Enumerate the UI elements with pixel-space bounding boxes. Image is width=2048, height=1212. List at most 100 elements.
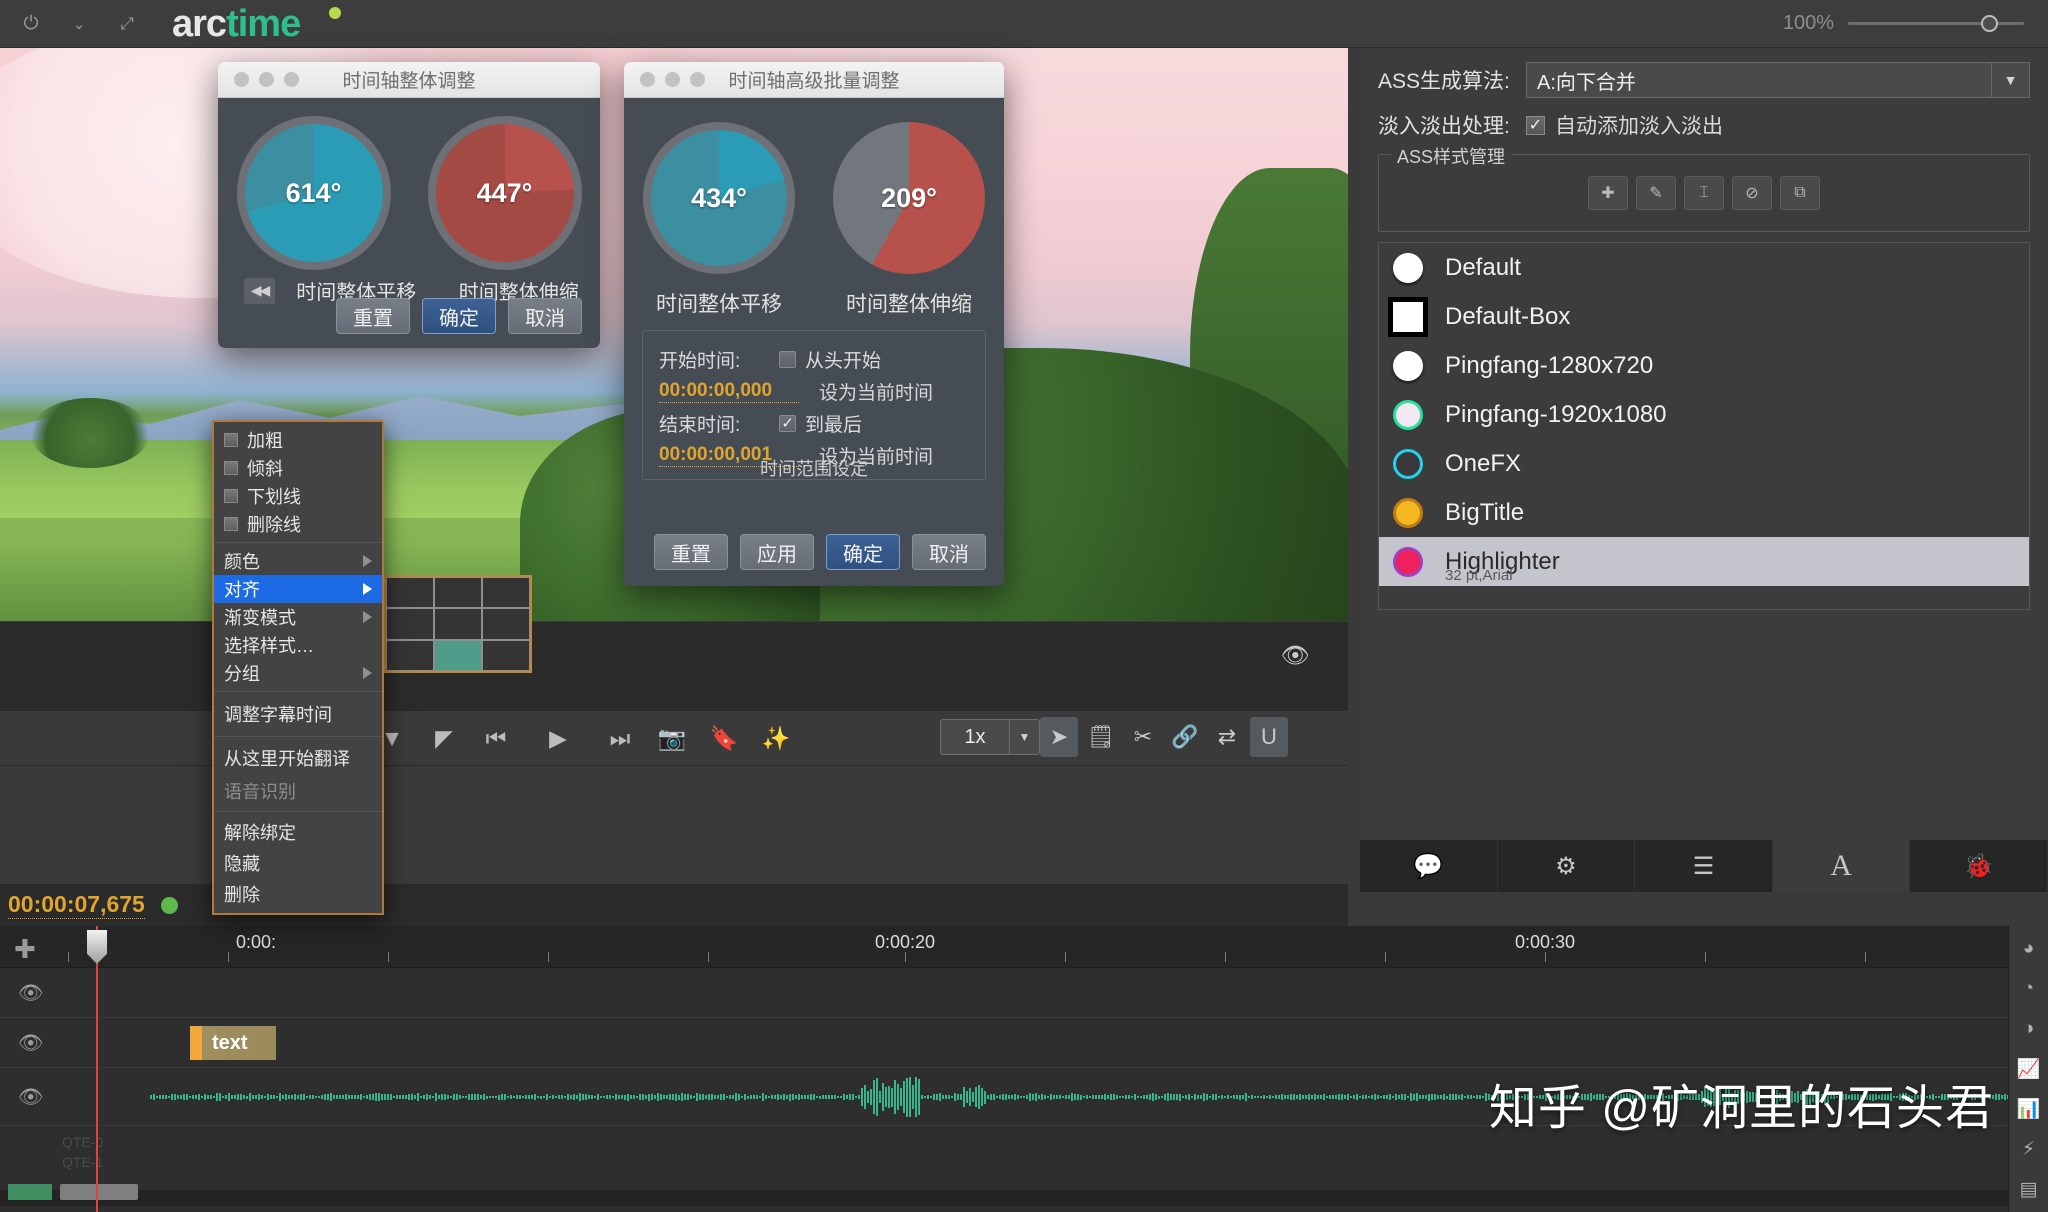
magnet-icon[interactable]: U: [1250, 717, 1288, 757]
ass-style-list[interactable]: Default Default-Box Pingfang-1280x720 Pi…: [1378, 242, 2030, 610]
maximize-button[interactable]: [690, 72, 705, 87]
scale-dial[interactable]: 209°: [833, 122, 985, 274]
minimize-button[interactable]: [665, 72, 680, 87]
reset-button[interactable]: 重置: [654, 534, 728, 570]
timeline-batch-adjust-dialog[interactable]: 时间轴高级批量调整 434° 时间整体平移 209° 时间整体伸缩 开始时间: …: [624, 62, 1004, 586]
ass-algorithm-dropdown[interactable]: A:向下合并 ▼: [1526, 62, 2030, 98]
zoom-slider-track[interactable]: [1848, 15, 2024, 32]
reset-button[interactable]: 重置: [336, 298, 410, 334]
subtitle-context-menu[interactable]: 加粗 倾斜 下划线 删除线 颜色 对齐 渐变模式 选择样式… 分组 调整字幕时间…: [212, 420, 384, 915]
style-row-bigtitle[interactable]: BigTitle: [1379, 488, 2029, 537]
apply-check-icon[interactable]: ⊘: [1732, 176, 1772, 210]
menu-item-underline[interactable]: 下划线: [214, 482, 382, 510]
bookmark-icon[interactable]: 🔖: [698, 710, 750, 766]
style-row-default-box[interactable]: Default-Box: [1379, 292, 2029, 341]
bar-chart-icon[interactable]: 📊: [2012, 1092, 2046, 1126]
menu-item-choose-style[interactable]: 选择样式…: [214, 631, 382, 659]
menu-item-align[interactable]: 对齐: [214, 575, 382, 603]
style-row-pingfang-720[interactable]: Pingfang-1280x720: [1379, 341, 2029, 390]
menu-item-group[interactable]: 分组: [214, 659, 382, 687]
chevron-down-icon[interactable]: ▼: [1991, 63, 2029, 97]
align-cell-top-left[interactable]: [386, 577, 434, 609]
rewind-to-start-icon[interactable]: ◀◀: [244, 277, 276, 304]
step-back-icon[interactable]: ⏮: [470, 710, 522, 766]
start-from-beginning-checkbox[interactable]: [779, 350, 796, 368]
shift-dial[interactable]: 614°: [236, 116, 391, 270]
align-cell-top-right[interactable]: [482, 577, 530, 609]
edit-tools-group[interactable]: ➤ 🗒 ✂ 🔗 ⇄ U: [1040, 717, 1288, 757]
pie-chart-1-icon[interactable]: ◕: [2012, 932, 2046, 966]
tab-bug-icon[interactable]: 🐞: [1910, 840, 2048, 892]
cancel-button[interactable]: 取消: [912, 534, 986, 570]
menu-item-adjust-subtitle-time[interactable]: 调整字幕时间: [214, 696, 382, 732]
maximize-button[interactable]: [284, 72, 299, 87]
align-cell-middle-center[interactable]: [434, 608, 482, 640]
alignment-grid-submenu[interactable]: [384, 575, 532, 673]
scale-dial[interactable]: 447°: [427, 116, 582, 270]
style-row-default[interactable]: Default: [1379, 243, 2029, 292]
window-controls[interactable]: [640, 72, 705, 87]
checkbox[interactable]: [224, 461, 238, 475]
close-button[interactable]: [640, 72, 655, 87]
align-cell-bottom-left[interactable]: [386, 639, 434, 671]
window-controls[interactable]: [234, 72, 299, 87]
align-cell-bottom-right[interactable]: [482, 639, 530, 671]
menu-item-translate-from-here[interactable]: 从这里开始翻译: [214, 741, 382, 774]
scissors-icon[interactable]: ✂: [1124, 717, 1162, 757]
scale-dial-group[interactable]: 447°: [427, 116, 582, 270]
close-button[interactable]: [234, 72, 249, 87]
timeline-hscrollbar-thumb[interactable]: [60, 1184, 138, 1200]
tab-list-icon[interactable]: ☰: [1635, 840, 1773, 892]
style-row-highlighter[interactable]: Highlighter 32 pt,Arial: [1379, 537, 2029, 586]
plus-icon[interactable]: ✚: [14, 934, 36, 965]
align-cell-bottom-center-selected[interactable]: [434, 639, 482, 671]
preview-eye-icon[interactable]: 👁: [1281, 642, 1310, 669]
timeline-ruler[interactable]: ✚ 0:00: 0:00:20 0:00:30: [0, 926, 2008, 968]
play-icon[interactable]: ▶: [522, 710, 594, 766]
set-start-to-current-link[interactable]: 设为当前时间: [819, 378, 933, 405]
timeline-side-toolbar[interactable]: ◕ ◔ ◑ 📈 📊 ⚡ ▤: [2008, 926, 2048, 1212]
menu-item-delete[interactable]: 删除: [214, 878, 382, 909]
playhead[interactable]: [87, 926, 107, 1212]
magic-wand-icon[interactable]: ✨: [750, 710, 802, 766]
menu-item-unbind[interactable]: 解除绑定: [214, 816, 382, 847]
power-icon[interactable]: ⏻: [14, 7, 48, 41]
end-to-last-checkbox[interactable]: ✓: [779, 414, 796, 432]
tab-font-A-icon[interactable]: A: [1772, 840, 1911, 892]
align-cell-middle-right[interactable]: [482, 608, 530, 640]
tab-subtitle-icon[interactable]: 💬: [1360, 840, 1498, 892]
auto-fade-checkbox[interactable]: ✓: [1526, 115, 1545, 135]
menu-item-strikethrough[interactable]: 删除线: [214, 510, 382, 538]
align-cell-top-center[interactable]: [434, 577, 482, 609]
transport-toolbar[interactable]: ▼ ◤ ⏮ ▶ ⏭ 📷 🔖 ✨ 1x ▼ ➤ 🗒 ✂ 🔗 ⇄ U: [0, 710, 1348, 766]
timeline-global-adjust-dialog[interactable]: 时间轴整体调整 614° 447° ◀◀ 时间整体平移 时间整体伸缩 重置 确定…: [218, 62, 600, 348]
menu-item-gradient-mode[interactable]: 渐变模式: [214, 603, 382, 631]
chevron-down-icon[interactable]: ▼: [1009, 720, 1039, 754]
pointer-icon[interactable]: ➤: [1040, 717, 1078, 757]
swap-icon[interactable]: ⇄: [1208, 717, 1246, 757]
style-row-onefx[interactable]: OneFX: [1379, 439, 2029, 488]
subtitle-clip[interactable]: text: [190, 1026, 276, 1060]
shift-dial[interactable]: 434°: [643, 122, 795, 274]
scale-dial-group[interactable]: 209° 时间整体伸缩: [833, 122, 985, 318]
expand-icon[interactable]: ⤢: [110, 7, 144, 41]
style-row-pingfang-1080[interactable]: Pingfang-1920x1080: [1379, 390, 2029, 439]
pie-chart-2-icon[interactable]: ◔: [2012, 972, 2046, 1006]
menu-item-italic[interactable]: 倾斜: [214, 454, 382, 482]
confirm-button[interactable]: 确定: [422, 298, 496, 334]
text-cursor-icon[interactable]: ⌶: [1684, 176, 1724, 210]
eye-icon[interactable]: 👁: [18, 1030, 43, 1055]
timeline-hscrollbar-track[interactable]: [0, 1184, 2008, 1206]
checkbox[interactable]: [224, 433, 238, 447]
edit-box-icon[interactable]: 🗒: [1082, 717, 1120, 757]
minimize-button[interactable]: [259, 72, 274, 87]
apply-button[interactable]: 应用: [740, 534, 814, 570]
checkbox[interactable]: [224, 489, 238, 503]
zoom-slider-knob[interactable]: [1981, 15, 1998, 32]
playback-speed-selector[interactable]: 1x ▼: [940, 719, 1040, 755]
start-time-field[interactable]: 00:00:00,000: [659, 380, 799, 403]
align-cell-middle-left[interactable]: [386, 608, 434, 640]
cancel-button[interactable]: 取消: [508, 298, 582, 334]
edit-icon[interactable]: ✎: [1636, 176, 1676, 210]
track-row-2[interactable]: 👁 text: [0, 1018, 2008, 1068]
